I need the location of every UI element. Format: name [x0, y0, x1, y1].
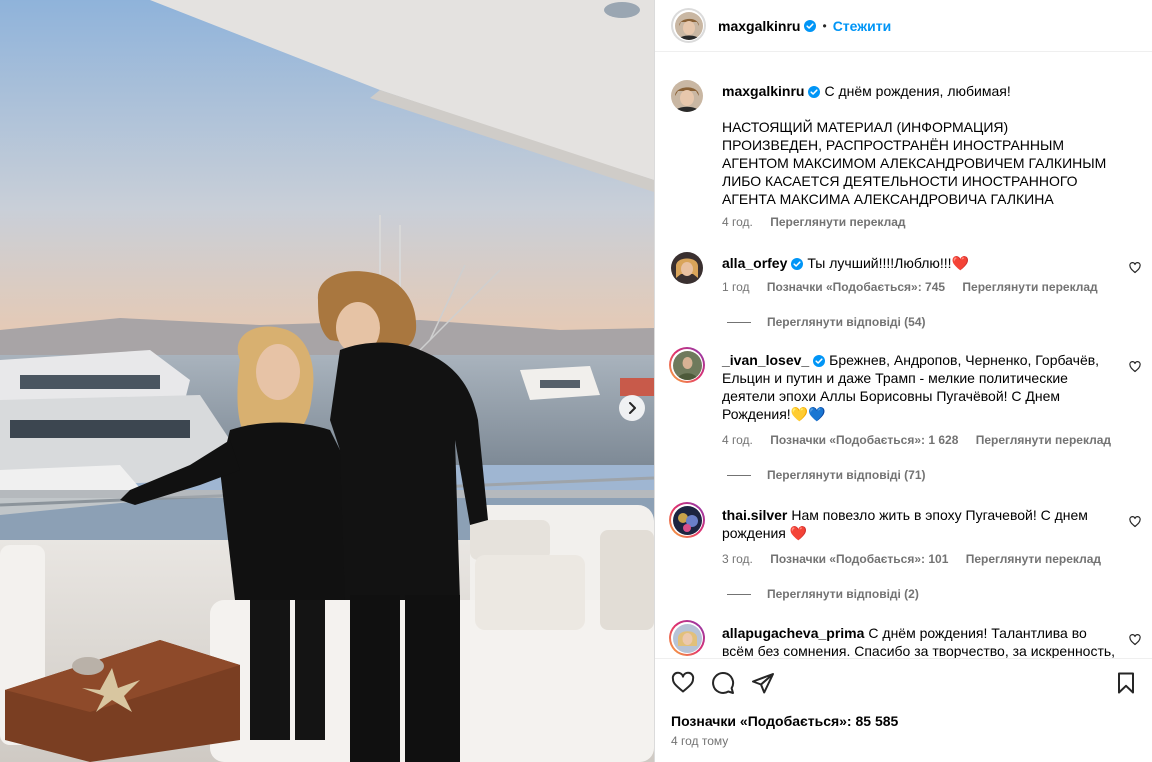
foreign-agent-notice: НАСТОЯЩИЙ МАТЕРИАЛ (ИНФОРМАЦИЯ) ПРОИЗВЕД…	[722, 119, 1107, 207]
comment-text-block: alla_orfey Ты лучший!!!!Люблю!!!❤️	[722, 254, 1122, 272]
heart-icon[interactable]	[1129, 262, 1141, 274]
chevron-right-icon	[629, 402, 636, 414]
view-replies-label: Переглянути відповіді (54)	[767, 315, 926, 329]
heart-icon[interactable]	[1129, 516, 1141, 528]
comment-username[interactable]: thai.silver	[722, 507, 787, 523]
caption-text: С днём рождения, любимая!	[824, 83, 1011, 99]
post-actions: Позначки «Подобається»: 85 585 4 год том…	[655, 658, 1152, 762]
comment-username[interactable]: allapugacheva_prima	[722, 625, 864, 641]
comment-text-block: thai.silver Нам повезло жить в эпоху Пуга…	[722, 506, 1122, 542]
separator-dot: •	[822, 18, 827, 33]
comment-likes[interactable]: Позначки «Подобається»: 745	[767, 280, 945, 294]
view-replies-label: Переглянути відповіді (71)	[767, 468, 926, 482]
comment-avatar[interactable]	[669, 620, 705, 656]
save-button[interactable]	[1114, 671, 1138, 698]
comment-text-block: allapugacheva_prima С днём рождения! Тала…	[722, 624, 1122, 658]
comment-item: thai.silver Нам повезло жить в эпоху Пуга…	[669, 502, 1141, 614]
post-likes-count[interactable]: Позначки «Подобається»: 85 585	[671, 713, 898, 729]
view-replies-label: Переглянути відповіді (2)	[767, 587, 919, 601]
view-replies-button[interactable]: Переглянути відповіді (54)	[727, 315, 926, 329]
comment-text-block: _ivan_losev_ Брежнев, Андропов, Черненко,…	[722, 351, 1122, 423]
caption-meta: 4 год. Переглянути переклад	[722, 215, 920, 229]
avatar-image	[672, 623, 702, 653]
comment-text: Ты лучший!!!!Люблю!!!❤️	[807, 255, 970, 271]
comment-meta: 1 год Позначки «Подобається»: 745 Перегл…	[722, 280, 1112, 294]
view-replies-button[interactable]: Переглянути відповіді (71)	[727, 468, 926, 482]
comment-meta: 3 год. Позначки «Подобається»: 101 Перег…	[722, 552, 1115, 566]
comment-likes[interactable]: Позначки «Подобається»: 1 628	[770, 433, 958, 447]
post-header: maxgalkinru • Стежити	[655, 0, 1152, 52]
comments-list[interactable]: maxgalkinru С днём рождения, любимая! НАС…	[655, 53, 1152, 658]
caption-translate-link[interactable]: Переглянути переклад	[770, 215, 905, 229]
heart-icon[interactable]	[1129, 634, 1141, 646]
verified-badge-icon	[808, 86, 821, 98]
comment-avatar[interactable]	[669, 347, 705, 383]
caption-text-block: maxgalkinru С днём рождения, любимая! НАС…	[722, 82, 1122, 208]
comment-translate-link[interactable]: Переглянути переклад	[976, 433, 1111, 447]
caption-avatar[interactable]	[671, 80, 703, 112]
caption-username[interactable]: maxgalkinru	[722, 83, 804, 99]
share-button[interactable]	[751, 671, 775, 698]
photo-illustration	[0, 0, 654, 762]
comment-translate-link[interactable]: Переглянути переклад	[966, 552, 1101, 566]
avatar-image	[671, 252, 703, 284]
verified-badge-icon	[804, 19, 817, 32]
like-button[interactable]	[671, 671, 695, 698]
comment-item: allapugacheva_prima С днём рождения! Тала…	[669, 620, 1141, 658]
post-date[interactable]: 4 год тому	[671, 734, 728, 748]
verified-badge-icon	[791, 258, 804, 270]
avatar-image	[674, 11, 703, 40]
heart-icon[interactable]	[1129, 361, 1141, 373]
comment-item: _ivan_losev_ Брежнев, Андропов, Черненко,…	[669, 347, 1141, 499]
author-avatar[interactable]	[671, 8, 706, 43]
comment-translate-link[interactable]: Переглянути переклад	[962, 280, 1097, 294]
replies-line	[727, 474, 751, 476]
instagram-post-modal: maxgalkinru • Стежити maxgalkinru С днём…	[0, 0, 1152, 762]
comment-icon	[712, 672, 735, 694]
comment-time[interactable]: 4 год.	[722, 433, 753, 447]
comment-time[interactable]: 3 год.	[722, 552, 753, 566]
comment-username[interactable]: _ivan_losev_	[722, 352, 809, 368]
avatar-image	[672, 350, 702, 380]
post-sidebar: maxgalkinru • Стежити maxgalkinru С днём…	[655, 0, 1152, 762]
comment-item: alla_orfey Ты лучший!!!!Люблю!!!❤️ 1 год …	[671, 252, 1141, 332]
caption: maxgalkinru С днём рождения, любимая! НАС…	[671, 80, 1141, 260]
comment-meta: 4 год. Позначки «Подобається»: 1 628 Пер…	[722, 433, 1125, 447]
verified-badge-icon	[813, 355, 826, 367]
comment-avatar[interactable]	[669, 502, 705, 538]
comment-time[interactable]: 1 год	[722, 280, 750, 294]
comment-likes[interactable]: Позначки «Подобається»: 101	[770, 552, 948, 566]
heart-icon	[671, 671, 695, 693]
comment-avatar[interactable]	[671, 252, 703, 284]
avatar-image	[671, 80, 703, 112]
follow-button[interactable]: Стежити	[833, 18, 892, 34]
caption-time[interactable]: 4 год.	[722, 215, 753, 229]
share-icon	[752, 673, 774, 694]
avatar-image	[672, 505, 702, 535]
comment-username[interactable]: alla_orfey	[722, 255, 787, 271]
next-photo-button[interactable]	[619, 395, 645, 421]
action-icons	[671, 671, 775, 698]
post-photo[interactable]	[0, 0, 654, 762]
replies-line	[727, 321, 751, 323]
comment-button[interactable]	[711, 671, 735, 698]
view-replies-button[interactable]: Переглянути відповіді (2)	[727, 587, 919, 601]
author-username[interactable]: maxgalkinru	[718, 18, 800, 34]
bookmark-icon	[1118, 672, 1134, 694]
replies-line	[727, 593, 751, 595]
